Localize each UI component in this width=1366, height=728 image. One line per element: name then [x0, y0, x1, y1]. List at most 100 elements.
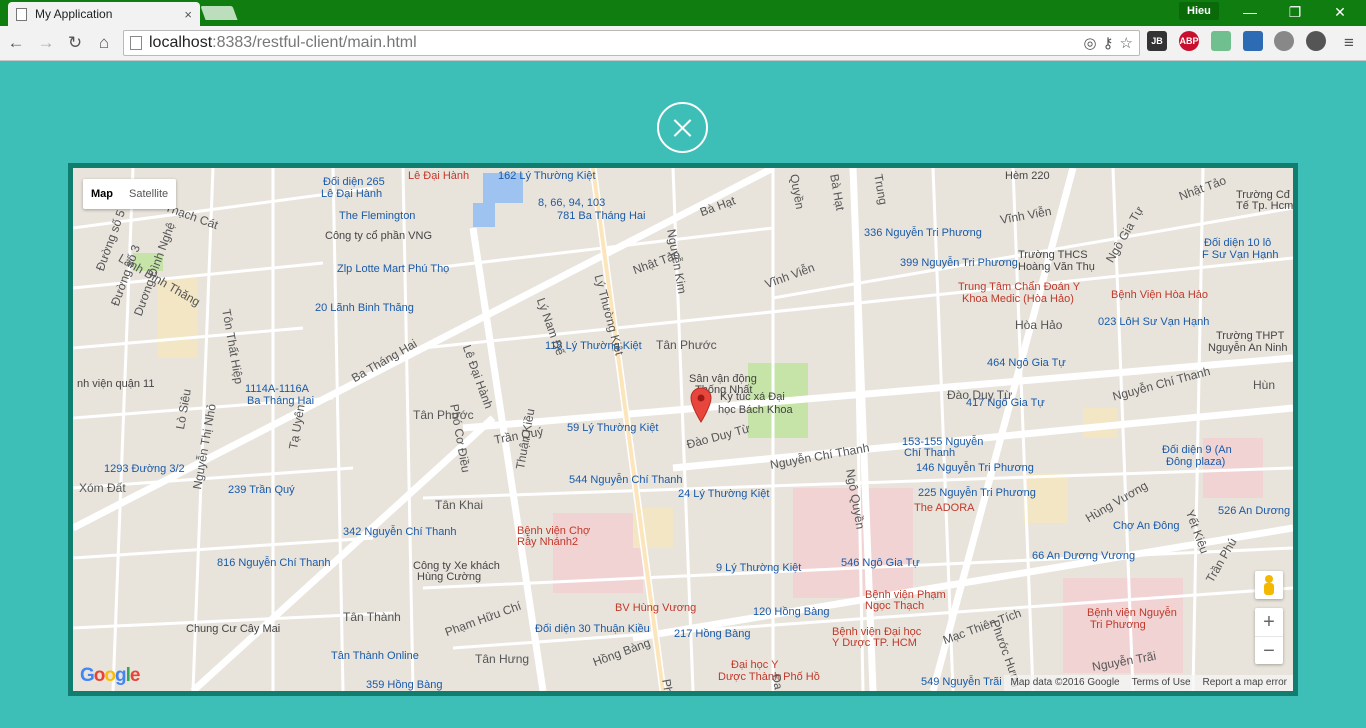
- user-extension-icon[interactable]: [1306, 31, 1326, 51]
- map-poi-label[interactable]: 549 Nguyễn Trãi: [921, 676, 1002, 688]
- map-poi-label[interactable]: 359 Hồng Bàng: [366, 679, 442, 691]
- map-poi-label[interactable]: 120 Hồng Bàng: [753, 606, 829, 618]
- terms-of-use-link[interactable]: Terms of Use: [1132, 675, 1191, 691]
- map-poi-label[interactable]: 66 An Dương Vương: [1032, 550, 1135, 562]
- forward-icon[interactable]: →: [35, 32, 57, 54]
- map-poi-label[interactable]: Rẫy Nhánh2: [517, 536, 578, 548]
- map-poi-label[interactable]: học Bách Khoa: [718, 404, 793, 416]
- map-poi-label[interactable]: Ký túc xá Đại: [720, 391, 785, 403]
- map-poi-label[interactable]: Bệnh Viện Hòa Hảo: [1111, 289, 1208, 301]
- map-poi-label[interactable]: Zlp Lotte Mart Phú Thọ: [337, 263, 449, 275]
- map-poi-label[interactable]: The Flemington: [339, 210, 415, 222]
- bookmark-star-icon[interactable]: ☆: [1120, 34, 1133, 52]
- map-poi-label[interactable]: Hèm 220: [1005, 170, 1050, 182]
- map-poi-label[interactable]: The ADORA: [914, 502, 975, 514]
- map-poi-label[interactable]: 1293 Đường 3/2: [104, 463, 185, 475]
- map-view-button[interactable]: Map: [83, 179, 121, 209]
- key-icon[interactable]: ⚷: [1103, 34, 1114, 52]
- title-bar: My Application × Hieu — ❐ ✕: [0, 0, 1366, 26]
- address-bar[interactable]: localhost:8383/restful-client/main.html …: [123, 30, 1140, 56]
- page-info-icon[interactable]: [130, 36, 142, 50]
- minimize-button[interactable]: —: [1228, 0, 1272, 24]
- map-poi-label[interactable]: Tế Tp. Hcm: [1236, 200, 1293, 212]
- map-poi-label[interactable]: Đối diện 10 lô: [1204, 237, 1271, 249]
- map-poi-label[interactable]: Trung Tâm Chẩn Đoán Y: [958, 281, 1080, 293]
- map-poi-label[interactable]: Đối diện 265: [323, 176, 385, 188]
- reload-icon[interactable]: ↻: [64, 32, 86, 54]
- zoom-in-button[interactable]: +: [1255, 608, 1283, 636]
- map-poi-label[interactable]: 546 Ngô Gia Tự: [841, 557, 920, 569]
- map-poi-label[interactable]: Y Dược TP. HCM: [832, 637, 917, 649]
- map-poi-label[interactable]: 399 Nguyễn Tri Phương: [900, 257, 1018, 269]
- menu-icon[interactable]: ≡: [1338, 32, 1360, 54]
- map-poi-label[interactable]: Trường THCS: [1018, 249, 1088, 261]
- map-poi-label[interactable]: 781 Ba Tháng Hai: [557, 210, 645, 222]
- map-poi-label[interactable]: 8, 66, 94, 103: [538, 197, 605, 209]
- map-poi-label[interactable]: F Sư Vạn Hạnh: [1202, 249, 1278, 261]
- map-poi-label[interactable]: Hoàng Văn Thụ: [1018, 261, 1095, 273]
- map-poi-label[interactable]: Ngọc Thạch: [865, 600, 924, 612]
- profile-button[interactable]: Hieu: [1179, 2, 1219, 20]
- map-poi-label[interactable]: 1114A-1116A: [245, 383, 309, 395]
- street-view-pegman-icon[interactable]: [1255, 571, 1283, 599]
- map-poi-label[interactable]: Lê Đại Hành: [408, 170, 469, 182]
- map-poi-label[interactable]: 20 Lãnh Binh Thăng: [315, 302, 414, 314]
- audio-extension-icon[interactable]: [1211, 31, 1231, 51]
- close-map-button[interactable]: [657, 102, 708, 153]
- map-poi-label[interactable]: 217 Hồng Bàng: [674, 628, 750, 640]
- browser-tab[interactable]: My Application ×: [8, 2, 200, 26]
- location-pin-icon[interactable]: [690, 387, 712, 423]
- satellite-view-button[interactable]: Satellite: [121, 179, 176, 209]
- map-poi-label[interactable]: Chung Cư Cây Mai: [186, 623, 280, 635]
- map-poi-label[interactable]: 526 An Dương: [1218, 505, 1290, 517]
- location-icon[interactable]: ◎: [1083, 34, 1096, 52]
- map-poi-label[interactable]: 24 Lý Thường Kiệt: [678, 488, 769, 500]
- browser-toolbar: ← → ↻ ⌂ localhost:8383/restful-client/ma…: [0, 26, 1366, 61]
- street-name-label: Tân Thành: [343, 610, 401, 624]
- map-poi-label[interactable]: Chí Thanh: [904, 447, 955, 459]
- zoom-out-button[interactable]: −: [1255, 636, 1283, 664]
- map-frame: 162 Lý Thường Kiệt 8, 66, 94, 103 781 Ba T…: [68, 163, 1298, 696]
- map-poi-label[interactable]: 544 Nguyễn Chí Thanh: [569, 474, 683, 486]
- map-poi-label[interactable]: 59 Lý Thường Kiệt: [567, 422, 658, 434]
- map-poi-label[interactable]: BV Hùng Vương: [615, 602, 696, 614]
- map-poi-label[interactable]: 336 Nguyễn Tri Phương: [864, 227, 982, 239]
- map-poi-label[interactable]: 816 Nguyễn Chí Thanh: [217, 557, 331, 569]
- back-icon[interactable]: ←: [5, 32, 27, 54]
- map-poi-label[interactable]: Hùng Cường: [417, 571, 481, 583]
- street-name-label: Hòa Hảo: [1015, 318, 1063, 332]
- map-poi-label[interactable]: Lê Đại Hành: [321, 188, 382, 200]
- map-poi-label[interactable]: 9 Lý Thường Kiệt: [716, 562, 801, 574]
- map-poi-label[interactable]: Đại học Y: [731, 659, 779, 671]
- report-map-error-link[interactable]: Report a map error: [1203, 675, 1287, 691]
- map-poi-label[interactable]: 146 Nguyễn Tri Phương: [916, 462, 1034, 474]
- home-icon[interactable]: ⌂: [93, 32, 115, 54]
- restore-button[interactable]: ❐: [1273, 0, 1317, 24]
- map-poi-label[interactable]: Khoa Medic (Hòa Hảo): [962, 293, 1074, 305]
- new-tab-button[interactable]: [200, 6, 238, 20]
- map-poi-label[interactable]: Nguyễn An Ninh: [1208, 342, 1288, 354]
- map-poi-label[interactable]: nh viện quận 11: [77, 378, 154, 390]
- map-poi-label[interactable]: 464 Ngô Gia Tự: [987, 357, 1066, 369]
- cube-extension-icon[interactable]: [1243, 31, 1263, 51]
- map-poi-label[interactable]: Đối diện 30 Thuận Kiều: [535, 623, 650, 635]
- skype-extension-icon[interactable]: [1274, 31, 1294, 51]
- tab-close-icon[interactable]: ×: [184, 7, 192, 22]
- map-poi-label[interactable]: 225 Nguyễn Tri Phương: [918, 487, 1036, 499]
- map-poi-label[interactable]: Tân Thành Online: [331, 650, 419, 662]
- map-poi-label[interactable]: 239 Trần Quý: [228, 484, 295, 496]
- map-poi-label[interactable]: Chợ An Đông: [1113, 520, 1180, 532]
- map-poi-label[interactable]: Tri Phương: [1090, 619, 1146, 631]
- street-name-label: Tân Phước: [656, 338, 717, 352]
- jb-extension-icon[interactable]: JB: [1147, 31, 1167, 51]
- map-poi-label[interactable]: 342 Nguyễn Chí Thanh: [343, 526, 457, 538]
- map-poi-label[interactable]: Công ty cổ phần VNG: [325, 230, 432, 242]
- map-poi-label[interactable]: Đối diện 9 (An: [1162, 444, 1232, 456]
- map-poi-label[interactable]: Bệnh viện Nguyễn: [1087, 607, 1177, 619]
- map-poi-label[interactable]: Đông plaza): [1166, 456, 1225, 468]
- map-poi-label[interactable]: 023 LôH Sư Vạn Hạnh: [1098, 316, 1209, 328]
- map-poi-label[interactable]: Trường THPT: [1216, 330, 1284, 342]
- adblock-plus-icon[interactable]: ABP: [1179, 31, 1199, 51]
- map-poi-label[interactable]: 162 Lý Thường Kiệt: [498, 170, 596, 182]
- close-window-button[interactable]: ✕: [1318, 0, 1362, 24]
